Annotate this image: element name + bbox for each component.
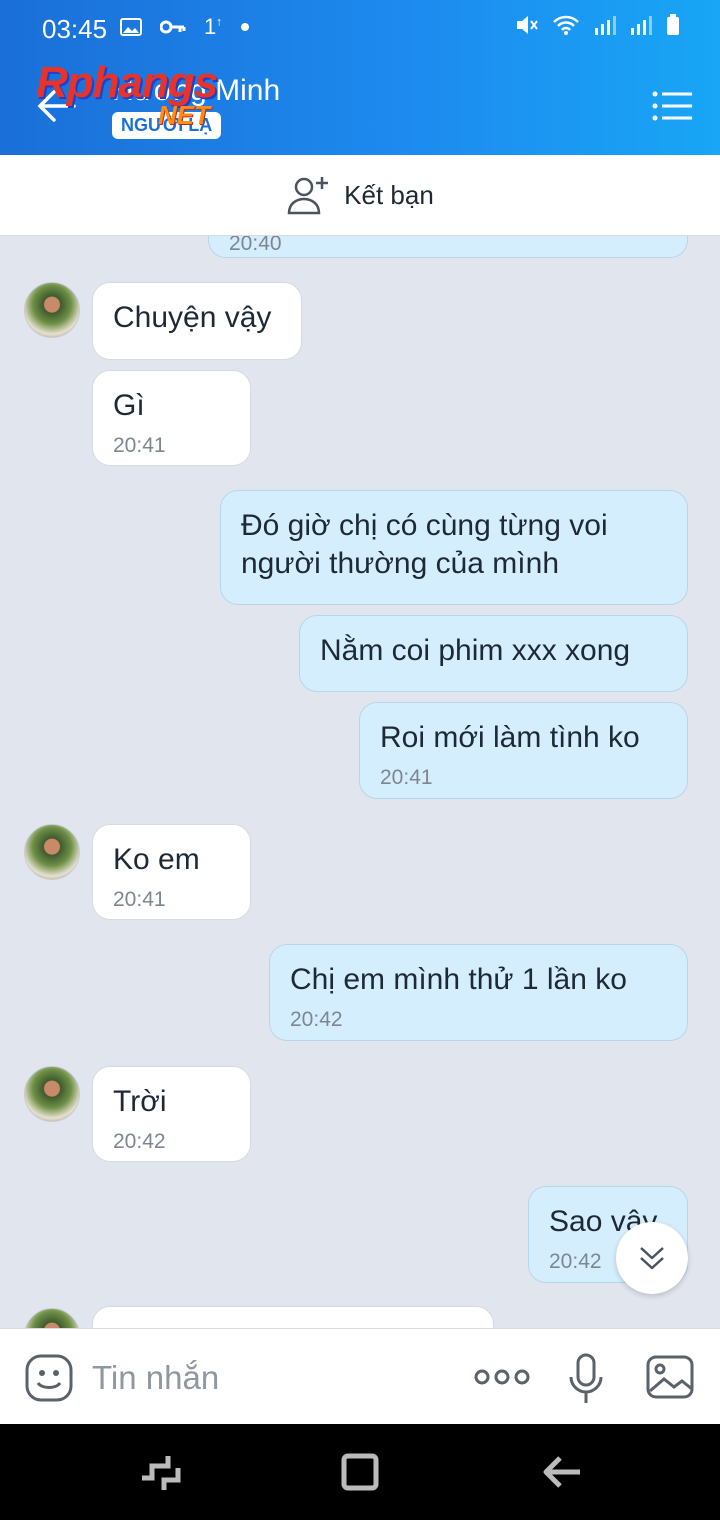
message-text: Chuyện vậy — [113, 301, 272, 334]
avatar[interactable] — [24, 282, 80, 338]
message-text: Roi mới làm tình ko — [380, 721, 640, 754]
system-nav-bar — [0, 1424, 720, 1520]
more-icon[interactable] — [474, 1367, 530, 1387]
recent-apps-icon[interactable] — [138, 1450, 182, 1494]
chat-header: Hương Minh NGƯỜI LẠ Rphangs NET — [0, 58, 720, 155]
battery-icon — [667, 14, 679, 35]
message-time: 20:40 — [229, 236, 282, 255]
add-friend-button[interactable]: Kết bạn — [0, 155, 720, 236]
image-icon[interactable] — [646, 1355, 694, 1399]
scroll-to-bottom-button[interactable] — [616, 1222, 688, 1294]
message-time: 20:41 — [113, 888, 166, 911]
message-bubble[interactable]: 20:40 — [208, 236, 688, 258]
emoji-icon[interactable] — [24, 1353, 74, 1403]
message-text: Gì — [113, 389, 145, 422]
status-time: 03:45 — [42, 14, 108, 44]
message-bubble[interactable]: Nằm coi phim xxx xong — [299, 615, 688, 692]
message-time: 20:42 — [290, 1008, 343, 1031]
add-friend-label: Kết bạn — [344, 179, 434, 210]
message-time: 20:41 — [113, 434, 166, 457]
signal-icon — [595, 16, 616, 35]
message-text: Ko em — [113, 843, 200, 876]
gallery-icon — [120, 18, 142, 36]
message-input-bar: Tin nhắn — [0, 1328, 720, 1424]
avatar[interactable] — [24, 1308, 80, 1328]
wifi-icon — [553, 15, 579, 35]
add-friend-icon — [287, 177, 329, 215]
message-text: Đó giờ chị có cùng từng voi người thường… — [241, 509, 608, 580]
status-bar: 03:45 1↑ — [0, 0, 720, 58]
message-bubble[interactable]: Roi mới làm tình ko 20:41 — [359, 702, 688, 799]
message-bubble[interactable]: Đó giờ chị có cùng từng voi người thường… — [220, 490, 688, 605]
message-input[interactable]: Tin nhắn — [92, 1359, 219, 1397]
message-bubble[interactable]: Ko em 20:41 — [92, 824, 251, 920]
message-text: Nằm coi phim xxx xong — [320, 634, 631, 667]
notification-icon: 1↑ — [204, 14, 223, 39]
message-text: Trời — [113, 1085, 167, 1118]
avatar[interactable] — [24, 1066, 80, 1122]
dot-icon — [241, 23, 250, 31]
message-time: 20:42 — [113, 1130, 166, 1153]
double-chevron-down-icon — [640, 1247, 664, 1270]
menu-icon[interactable] — [652, 90, 692, 122]
back-icon[interactable] — [540, 1450, 584, 1494]
status-left-icons: 1↑ — [120, 14, 250, 40]
message-bubble[interactable]: Trời 20:42 — [92, 1066, 251, 1162]
message-bubble[interactable] — [92, 1306, 494, 1328]
notification-count: 1 — [204, 14, 217, 39]
home-icon[interactable] — [338, 1450, 382, 1494]
microphone-icon[interactable] — [566, 1353, 606, 1405]
watermark-suffix: NET — [158, 100, 210, 130]
message-time: 20:41 — [380, 766, 433, 789]
message-bubble[interactable]: Chị em mình thử 1 lần ko 20:42 — [269, 944, 688, 1041]
mute-icon — [517, 16, 538, 34]
message-bubble[interactable]: Chuyện vậy — [92, 282, 302, 360]
message-text: Chị em mình thử 1 lần ko — [290, 963, 627, 996]
message-bubble[interactable]: Gì 20:41 — [92, 370, 251, 466]
avatar[interactable] — [24, 824, 80, 880]
status-right-icons — [514, 14, 680, 36]
message-list[interactable]: 20:40 Chuyện vậy Gì 20:41 Đó giờ chị có … — [0, 236, 720, 1328]
signal-icon-2 — [631, 16, 652, 35]
key-icon — [160, 20, 186, 34]
